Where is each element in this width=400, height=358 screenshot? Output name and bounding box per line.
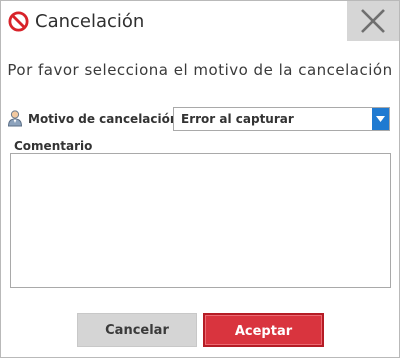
title-bar: Cancelación: [1, 1, 399, 41]
dialog-title: Cancelación: [35, 11, 145, 32]
close-icon: [361, 9, 385, 33]
dropdown-button[interactable]: [372, 108, 389, 130]
user-icon: [6, 109, 24, 127]
reason-label: Motivo de cancelación:: [28, 112, 184, 126]
dialog-subtitle: Por favor selecciona el motivo de la can…: [7, 61, 393, 79]
comment-label: Comentario: [14, 139, 93, 153]
reason-row: Motivo de cancelación: Error al capturar: [6, 107, 390, 131]
reason-select[interactable]: Error al capturar: [173, 107, 390, 131]
accept-button[interactable]: Aceptar: [203, 313, 324, 347]
close-button[interactable]: [347, 1, 399, 41]
prohibited-icon: [8, 11, 29, 32]
chevron-down-icon: [376, 116, 385, 122]
cancellation-dialog: Cancelación Por favor selecciona el moti…: [0, 0, 400, 358]
reason-select-value: Error al capturar: [181, 112, 294, 126]
comment-textarea[interactable]: [10, 153, 391, 288]
cancel-button[interactable]: Cancelar: [77, 313, 197, 347]
